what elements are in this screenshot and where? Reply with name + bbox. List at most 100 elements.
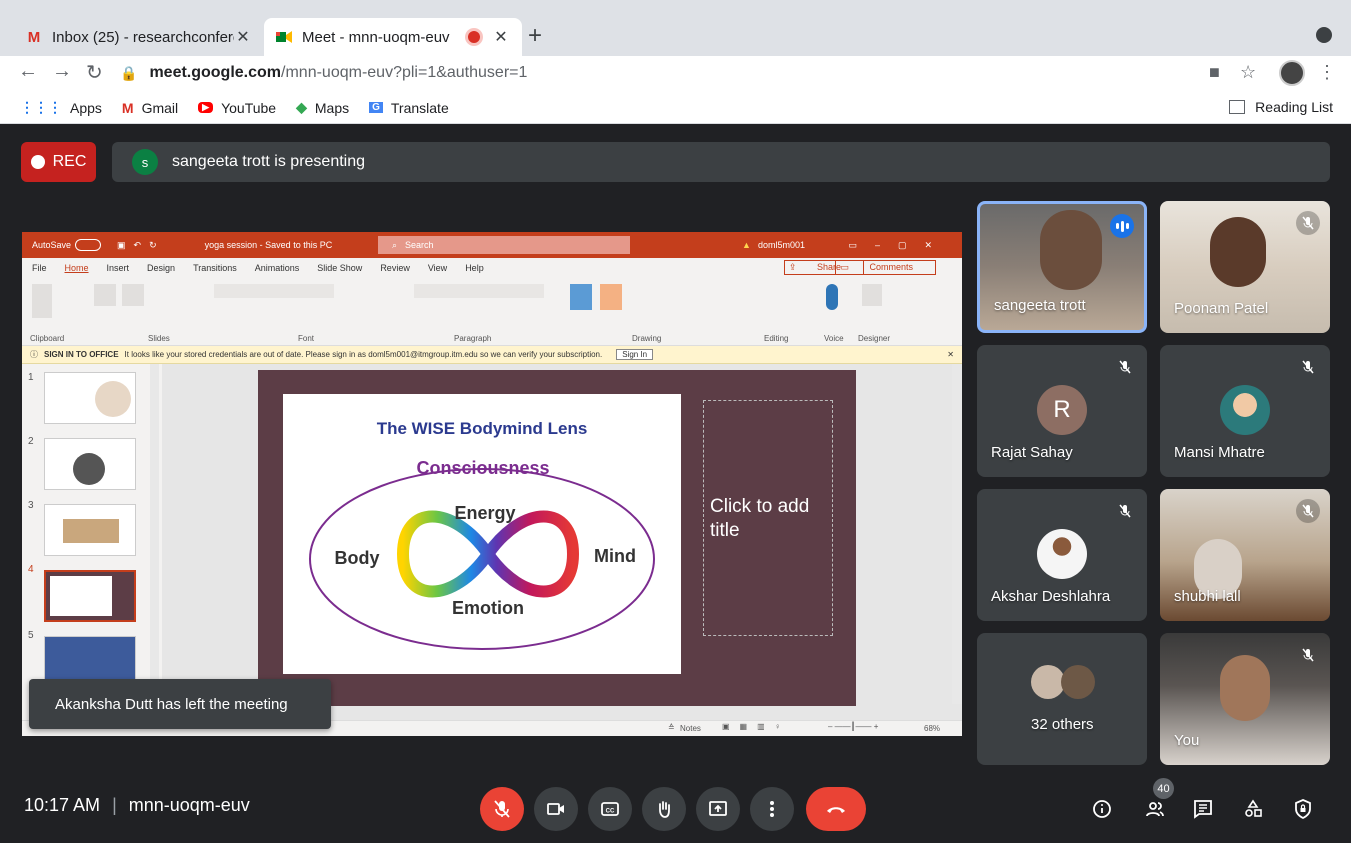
more-options-button[interactable] <box>750 787 794 831</box>
participant-tile[interactable]: shubhi lall <box>1160 489 1330 621</box>
participant-photo <box>1037 529 1087 579</box>
host-controls-button[interactable] <box>1286 792 1320 826</box>
notice-title: SIGN IN TO OFFICE <box>44 350 119 359</box>
slide-thumb-3 <box>44 504 136 556</box>
reading-list-button[interactable]: Reading List <box>1229 99 1333 115</box>
participant-tile[interactable]: Mansi Mhatre <box>1160 345 1330 477</box>
browser-toolbar: ← → ↻ 🔒 meet.google.com /mnn-uoqm-euv?pl… <box>0 56 1351 92</box>
save-icon: ▣ <box>117 239 126 250</box>
participant-name: You <box>1174 732 1200 749</box>
reading-list-icon <box>1229 100 1246 114</box>
back-icon[interactable]: ← <box>18 60 38 83</box>
captions-button[interactable]: CC <box>588 787 632 831</box>
bookmark-label: Gmail <box>141 99 179 116</box>
address-bar[interactable]: 🔒 meet.google.com /mnn-uoqm-euv?pli=1&au… <box>120 58 1200 88</box>
participant-tile-self[interactable]: You <box>1160 633 1330 765</box>
lock-icon: 🔒 <box>120 64 138 81</box>
clock-time: 10:17 AM <box>24 795 101 815</box>
slide-canvas: The WISE Bodymind Lens Consciousness Ene… <box>258 370 856 706</box>
people-icon <box>1146 802 1164 817</box>
close-tab-icon[interactable]: ✕ <box>492 27 510 47</box>
ppt-menu-bar: File Home Insert Design Transitions Anim… <box>22 258 962 278</box>
autosave-toggle <box>75 239 102 251</box>
close-tab-icon[interactable]: ✕ <box>234 27 252 47</box>
thumb-number: 3 <box>28 500 34 511</box>
new-tab-button[interactable]: + <box>528 22 542 50</box>
muted-mic-icon <box>1296 211 1320 235</box>
recording-badge[interactable]: REC <box>21 142 96 182</box>
ppt-doc-title: yoga session - Saved to this PC <box>204 240 333 250</box>
camera-indicator-icon[interactable]: ■ <box>1209 62 1220 83</box>
bookmark-translate[interactable]: G Translate <box>369 100 449 116</box>
slide-title: The WISE Bodymind Lens <box>377 419 588 438</box>
others-count: 32 others <box>1031 716 1094 733</box>
participant-tile[interactable]: sangeeta trott <box>977 201 1147 333</box>
hang-up-icon <box>827 807 845 813</box>
forward-icon[interactable]: → <box>52 60 72 83</box>
participant-tile[interactable]: Akshar Deshlahra <box>977 489 1147 621</box>
bookmark-youtube[interactable]: ▶ YouTube <box>198 100 276 116</box>
image-icon <box>63 519 119 543</box>
participant-name: sangeeta trott <box>994 297 1086 314</box>
participant-name: shubhi lall <box>1174 588 1241 605</box>
bookmark-apps[interactable]: ⋮⋮⋮ Apps <box>20 99 102 116</box>
slide-scrollbar <box>952 364 962 704</box>
activities-icon <box>1245 799 1262 817</box>
leave-call-button[interactable] <box>806 787 866 831</box>
info-icon <box>1093 800 1111 818</box>
tab-inbox[interactable]: M Inbox (25) - researchconferenc ✕ <box>14 18 264 56</box>
participant-photo <box>1061 665 1095 699</box>
title-placeholder: Click to add title <box>703 400 833 636</box>
raise-hand-button[interactable] <box>642 787 686 831</box>
activities-button[interactable] <box>1236 792 1270 826</box>
translate-icon: G <box>369 102 383 113</box>
shield-lock-icon <box>1295 799 1311 820</box>
zoom-slider: – ——┃—— + <box>828 722 879 731</box>
dictate-icon <box>826 284 838 310</box>
profile-avatar[interactable] <box>1279 60 1305 86</box>
camera-toggle-button[interactable] <box>534 787 578 831</box>
youtube-icon: ▶ <box>198 102 214 113</box>
tab-search-icon[interactable] <box>1316 27 1332 43</box>
browser-tab-strip: M Inbox (25) - researchconferenc ✕ Meet … <box>0 0 1351 56</box>
paragraph-tools <box>414 284 544 298</box>
tab-title: Meet - mnn-uoqm-euv <box>302 28 450 46</box>
ribbon-group-label: Designer <box>858 334 891 343</box>
meet-icon <box>276 29 292 45</box>
reload-icon[interactable]: ↻ <box>86 60 103 85</box>
menu-kebab-icon[interactable]: ⋮ <box>1318 62 1336 83</box>
people-button[interactable] <box>1138 792 1172 826</box>
bookmark-gmail[interactable]: M Gmail <box>122 100 178 116</box>
participant-tile[interactable]: 32 others <box>977 633 1147 765</box>
ppt-ribbon: Clipboard Slides Font Paragraph Drawing … <box>22 278 962 346</box>
ppt-search-label: Search <box>405 240 434 250</box>
ppt-menu-view: View <box>427 263 448 273</box>
chat-icon <box>1194 800 1212 819</box>
present-screen-button[interactable] <box>696 787 740 831</box>
ppt-menu-file: File <box>32 263 47 273</box>
ppt-menu-slideshow: Slide Show <box>317 263 363 273</box>
bookmark-label: Apps <box>70 99 102 116</box>
meeting-details-button[interactable] <box>1085 792 1119 826</box>
svg-text:CC: CC <box>606 809 615 815</box>
info-icon: ⓘ <box>30 350 38 359</box>
bookmark-star-icon[interactable]: ☆ <box>1240 62 1256 83</box>
mic-toggle-button[interactable] <box>480 787 524 831</box>
ribbon-group-label: Slides <box>148 334 170 343</box>
notes-icon: ≙ <box>668 723 675 732</box>
tab-meet[interactable]: Meet - mnn-uoqm-euv ✕ <box>264 18 522 56</box>
mind-body-icon <box>73 453 105 485</box>
muted-mic-icon <box>1296 643 1320 667</box>
muted-mic-icon <box>1113 499 1137 523</box>
search-icon: ⌕ <box>392 239 398 250</box>
meet-stage: REC s sangeeta trott is presenting AutoS… <box>0 124 1351 843</box>
slide-thumb-4 <box>44 570 136 622</box>
comment-icon: ▭ <box>840 262 852 272</box>
recording-icon <box>468 31 480 43</box>
bookmark-maps[interactable]: ◆ Maps <box>296 99 349 116</box>
participant-tile[interactable]: Poonam Patel <box>1160 201 1330 333</box>
participant-tile[interactable]: R Rajat Sahay <box>977 345 1147 477</box>
chat-button[interactable] <box>1186 792 1220 826</box>
thumb-scrollbar <box>150 364 159 704</box>
participant-avatar: R <box>1037 385 1087 435</box>
